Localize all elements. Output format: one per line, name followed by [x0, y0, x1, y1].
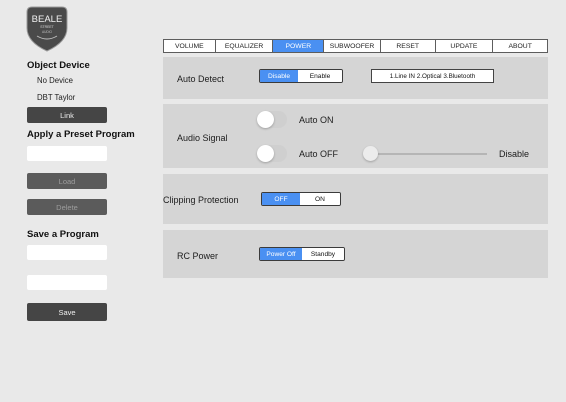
- tab-bar: VOLUME EQUALIZER POWER SUBWOOFER RESET U…: [163, 39, 548, 53]
- clipping-off-option[interactable]: OFF: [262, 193, 300, 205]
- auto-off-slider-thumb[interactable]: [363, 146, 378, 161]
- auto-off-label: Auto OFF: [299, 149, 339, 159]
- clipping-protection-label: Clipping Protection: [163, 195, 239, 205]
- preset-program-field[interactable]: [27, 146, 107, 161]
- rc-power-segmented: Power Off Standby: [259, 247, 345, 261]
- audio-signal-label: Audio Signal: [177, 133, 228, 143]
- clipping-on-option[interactable]: ON: [300, 193, 340, 205]
- auto-off-slider-track[interactable]: [370, 153, 487, 155]
- auto-on-label: Auto ON: [299, 115, 334, 125]
- preset-program-title: Apply a Preset Program: [27, 129, 135, 140]
- rc-power-section: [163, 230, 548, 278]
- rc-power-label: RC Power: [177, 251, 219, 261]
- auto-detect-segmented: Disable Enable: [259, 69, 343, 83]
- auto-off-slider-value: Disable: [499, 149, 530, 159]
- tab-volume[interactable]: VOLUME: [164, 40, 216, 52]
- rc-standby-option[interactable]: Standby: [302, 248, 344, 260]
- rc-power-off-option[interactable]: Power Off: [260, 248, 302, 260]
- auto-detect-disable-option[interactable]: Disable: [260, 70, 298, 82]
- tab-subwoofer[interactable]: SUBWOOFER: [324, 40, 381, 52]
- tab-about[interactable]: ABOUT: [493, 40, 548, 52]
- input-source-info: 1.Line IN 2.Optical 3.Bluetooth: [371, 69, 494, 83]
- link-button[interactable]: Link: [27, 107, 107, 123]
- device-item-dbt-taylor[interactable]: DBT Taylor: [37, 93, 75, 102]
- auto-on-toggle[interactable]: [257, 111, 287, 128]
- tab-equalizer[interactable]: EQUALIZER: [215, 40, 274, 52]
- clipping-segmented: OFF ON: [261, 192, 341, 206]
- save-button[interactable]: Save: [27, 303, 107, 321]
- tab-reset[interactable]: RESET: [380, 40, 436, 52]
- program-slot-field[interactable]: [27, 275, 107, 290]
- device-item-no-device[interactable]: No Device: [37, 76, 73, 85]
- toggle-knob: [257, 145, 274, 162]
- object-device-title: Object Device: [27, 60, 90, 71]
- auto-off-toggle[interactable]: [257, 145, 287, 162]
- tab-power[interactable]: POWER: [273, 40, 325, 52]
- program-name-field[interactable]: [27, 245, 107, 260]
- save-program-title: Save a Program: [27, 229, 99, 240]
- tab-update[interactable]: UPDATE: [435, 40, 494, 52]
- toggle-knob: [257, 111, 274, 128]
- auto-detect-enable-option[interactable]: Enable: [298, 70, 342, 82]
- load-button[interactable]: Load: [27, 173, 107, 189]
- delete-button[interactable]: Delete: [27, 199, 107, 215]
- auto-detect-label: Auto Detect: [177, 74, 225, 84]
- left-panel: Object Device No Device DBT Taylor Link …: [0, 0, 150, 402]
